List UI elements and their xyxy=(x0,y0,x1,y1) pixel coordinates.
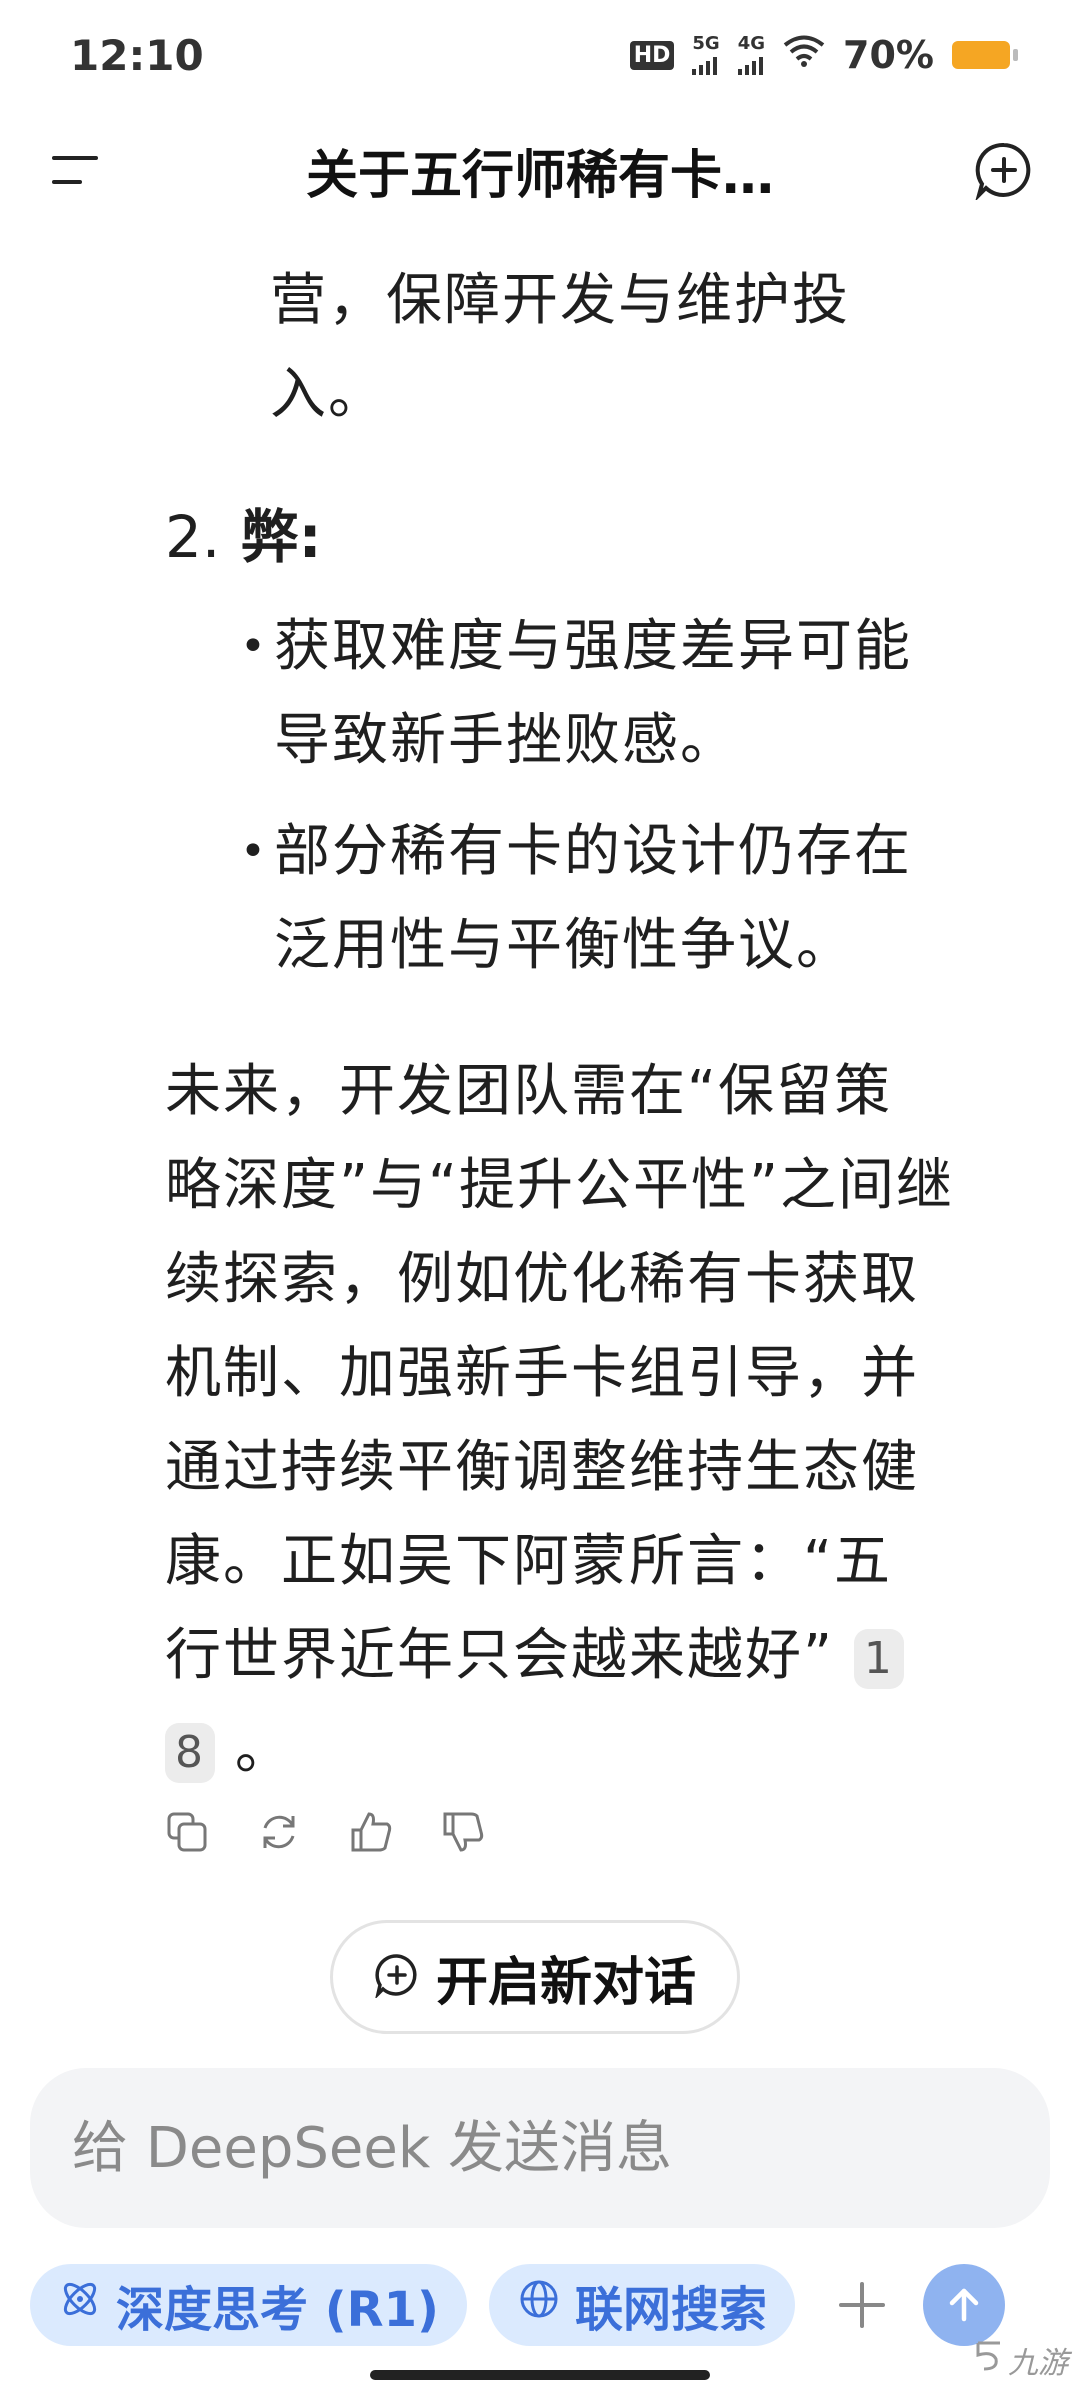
text-line: 行世界近年只会越来越好” 1 xyxy=(165,1609,1035,1703)
signal-4g-icon: 4G xyxy=(737,35,765,75)
text-line: 机制、加强新手卡组引导，并 xyxy=(165,1341,919,1406)
list-heading: 弊: xyxy=(240,503,322,571)
menu-icon[interactable] xyxy=(40,134,112,206)
message-input-container xyxy=(30,2068,1050,2228)
home-indicator xyxy=(370,2370,710,2380)
citation-badge[interactable]: 8 xyxy=(165,1722,215,1783)
new-chat-button[interactable]: 开启新对话 xyxy=(330,1920,740,2034)
new-chat-bubble-icon xyxy=(374,1952,420,2002)
status-icons: HD 5G 4G 70% xyxy=(629,33,1018,77)
bullet-dot-icon: • xyxy=(240,826,266,877)
text-line: 通过持续平衡调整维持生态健 xyxy=(165,1435,919,1500)
bullet-line: 部分稀有卡的设计仍存在 xyxy=(274,819,912,884)
watermark-text: 九游 xyxy=(1008,2346,1068,2381)
add-attachment-button[interactable] xyxy=(827,2270,897,2340)
regenerate-icon[interactable] xyxy=(257,1810,301,1854)
watermark: 九游 xyxy=(974,2338,1068,2382)
deep-think-toggle[interactable]: 深度思考 (R1) xyxy=(30,2264,467,2346)
atom-icon xyxy=(58,2277,102,2333)
text-line: 康。正如吴下阿蒙所言：“五 xyxy=(165,1529,893,1594)
status-bar: 12:10 HD 5G 4G 70% xyxy=(0,0,1080,110)
continued-text: 经济模型支撑游戏长期运 营，保障开发与维护投 入。 xyxy=(270,200,970,442)
text-span: 行世界近年只会越来越好” xyxy=(165,1623,835,1688)
bullet-dot-icon: • xyxy=(240,621,266,672)
battery-percent: 70% xyxy=(843,33,934,77)
web-search-toggle[interactable]: 联网搜索 xyxy=(488,2264,795,2346)
bullet-item: • 获取难度与强度差异可能 导致新手挫败感。 xyxy=(240,600,1000,788)
bullet-line: 获取难度与强度差异可能 xyxy=(274,614,912,679)
hd-icon: HD xyxy=(629,40,675,70)
copy-icon[interactable] xyxy=(165,1810,209,1854)
new-chat-label: 开启新对话 xyxy=(435,1952,696,2013)
send-button[interactable] xyxy=(922,2264,1005,2346)
status-time: 12:10 xyxy=(70,30,204,80)
thumbs-up-icon[interactable] xyxy=(349,1810,393,1854)
text-line: 未来，开发团队需在“保留策 xyxy=(165,1059,893,1124)
watermark-logo-icon xyxy=(974,2339,1004,2381)
text-line: 8 。 xyxy=(165,1703,1035,1797)
message-input[interactable] xyxy=(70,2114,1010,2182)
list-item-cons: 2. 弊: xyxy=(165,490,322,574)
bullet-line: 导致新手挫败感。 xyxy=(274,708,738,773)
bullet-line: 泛用性与平衡性争议。 xyxy=(274,913,854,978)
text-line: 略深度”与“提升公平性”之间继 xyxy=(165,1153,955,1218)
text-line: 营，保障开发与维护投 xyxy=(270,268,850,333)
message-actions xyxy=(165,1810,485,1854)
thumbs-down-icon[interactable] xyxy=(441,1810,485,1854)
text-line: 续探索，例如优化稀有卡获取 xyxy=(165,1247,919,1312)
web-search-label: 联网搜索 xyxy=(574,2282,767,2338)
bullet-item: • 部分稀有卡的设计仍存在 泛用性与平衡性争议。 xyxy=(240,805,1000,993)
app-header: 关于五行师稀有卡… xyxy=(0,110,1080,230)
new-chat-icon[interactable] xyxy=(968,134,1040,206)
conclusion-paragraph: 未来，开发团队需在“保留策 略深度”与“提升公平性”之间继 续探索，例如优化稀有… xyxy=(165,1045,1035,1797)
page-title: 关于五行师稀有卡… xyxy=(305,145,774,206)
message-content: 经济模型支撑游戏长期运 营，保障开发与维护投 入。 2. 弊: • 获取难度与强… xyxy=(0,200,1080,2080)
arrow-up-icon xyxy=(949,2288,979,2322)
end-period: 。 xyxy=(234,1717,293,1782)
input-toolbar: 深度思考 (R1) 联网搜索 xyxy=(30,2260,1060,2350)
wifi-icon xyxy=(783,33,825,77)
signal-5g-icon: 5G xyxy=(692,35,720,75)
plus-icon xyxy=(838,2282,885,2328)
globe-icon xyxy=(517,2277,561,2333)
battery-icon xyxy=(952,41,1018,69)
text-line: 入。 xyxy=(270,362,386,427)
citation-badge[interactable]: 1 xyxy=(853,1628,904,1689)
list-number: 2. xyxy=(165,503,221,571)
deep-think-label: 深度思考 (R1) xyxy=(116,2282,439,2338)
